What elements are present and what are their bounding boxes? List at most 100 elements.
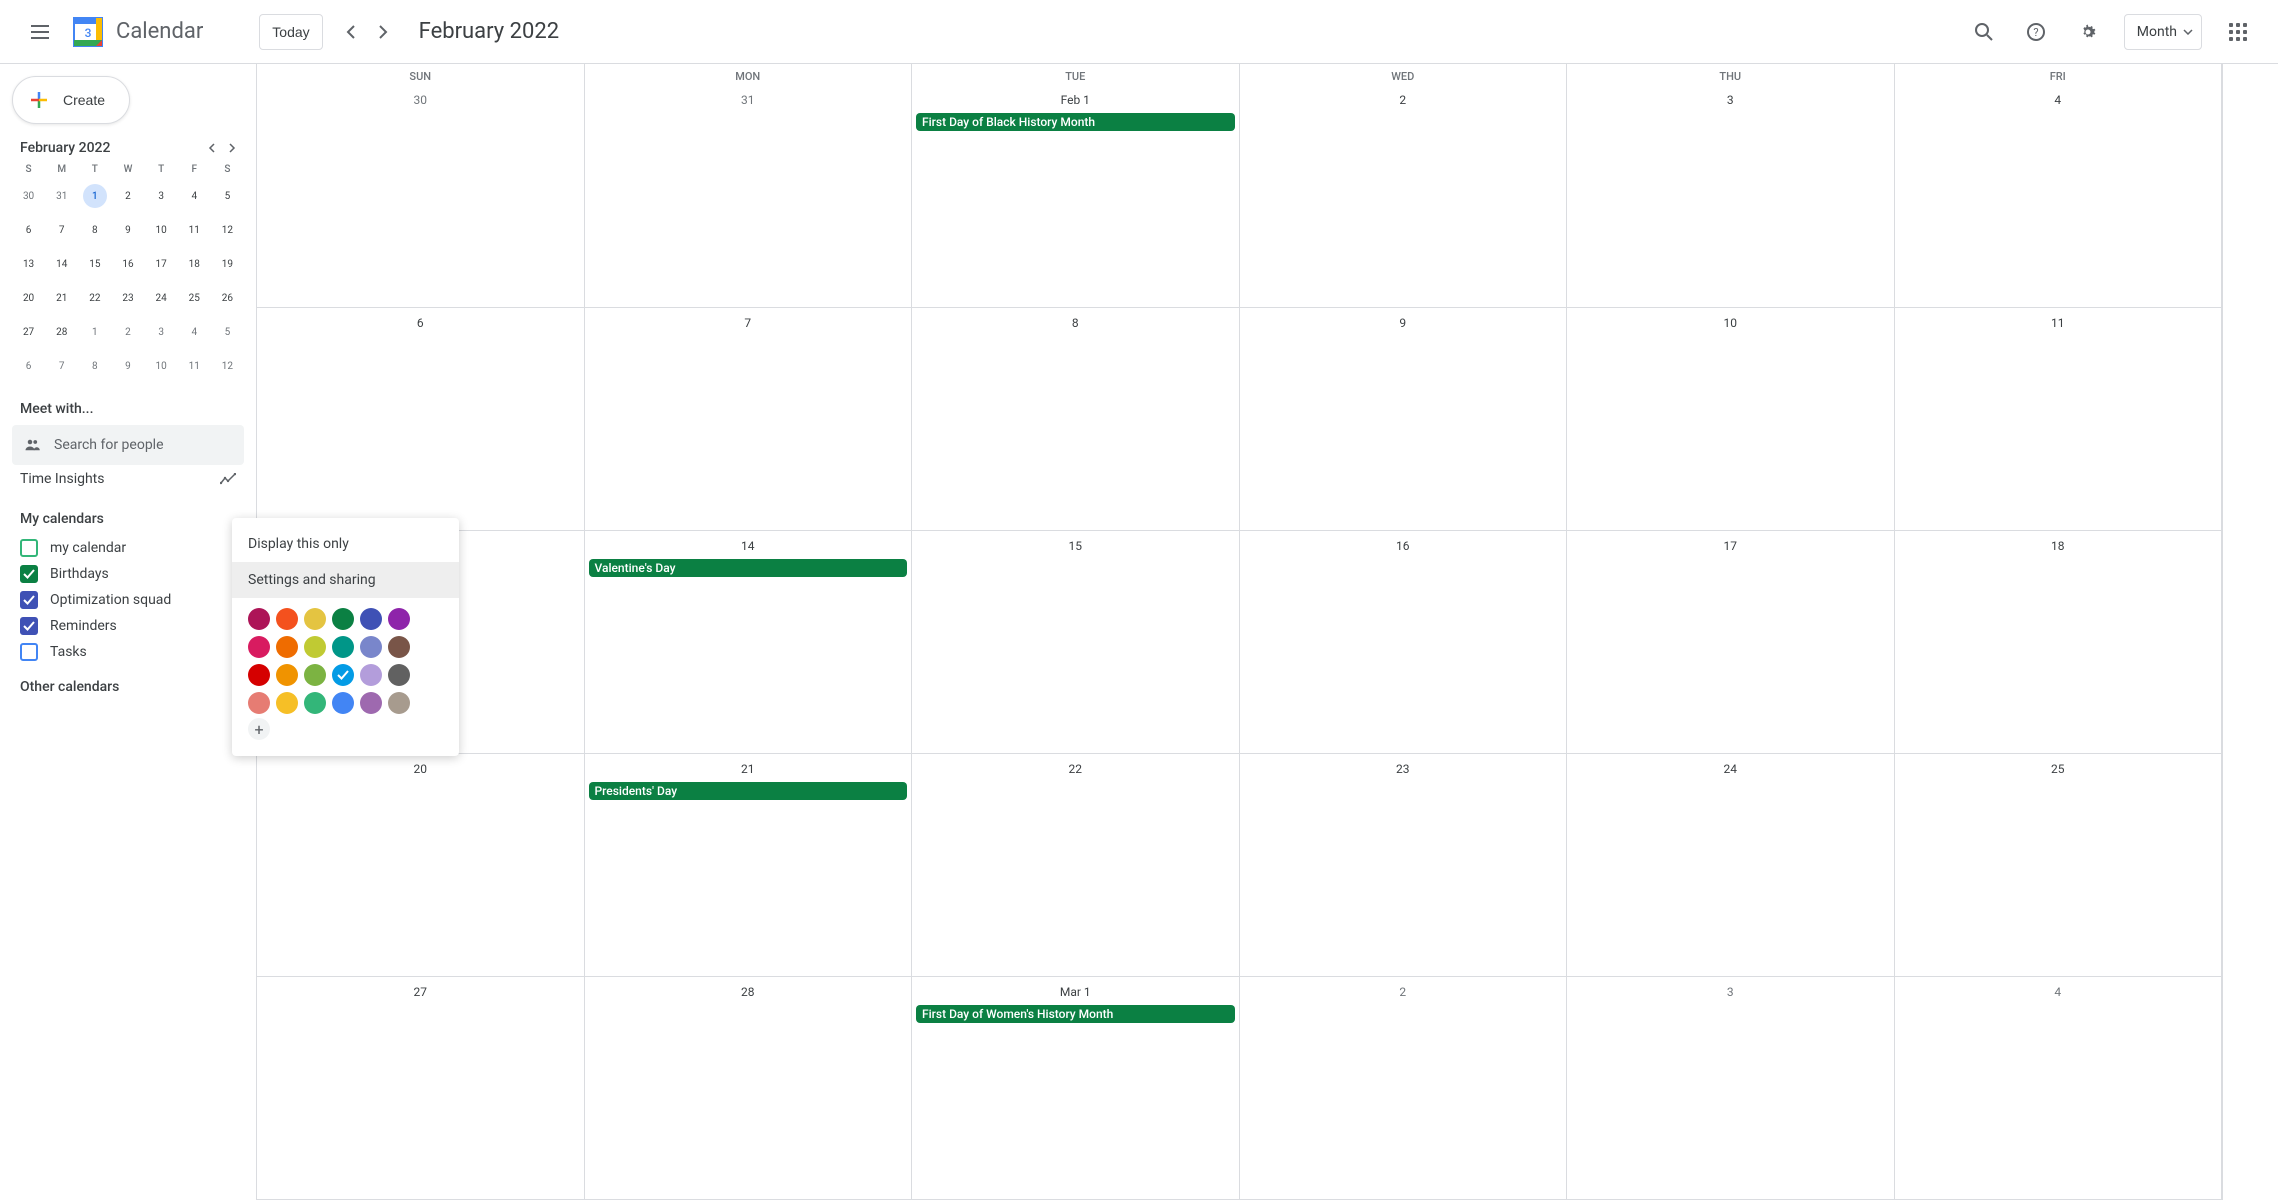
day-cell[interactable]: 30 xyxy=(257,85,585,308)
apps-button[interactable] xyxy=(2214,8,2262,56)
event-chip[interactable]: First Day of Black History Month xyxy=(916,113,1235,131)
mini-day-cell[interactable]: 1 xyxy=(78,179,111,213)
mini-day-cell[interactable]: 8 xyxy=(78,213,111,247)
color-swatch[interactable] xyxy=(360,608,382,630)
mini-day-cell[interactable]: 12 xyxy=(211,349,244,383)
day-cell[interactable]: 3 xyxy=(1567,977,1895,1200)
mini-day-cell[interactable]: 11 xyxy=(178,349,211,383)
display-only-item[interactable]: Display this only xyxy=(232,526,459,562)
day-cell[interactable]: 14Valentine's Day xyxy=(585,531,913,754)
color-swatch[interactable] xyxy=(304,664,326,686)
day-cell[interactable]: 7 xyxy=(585,308,913,531)
color-swatch[interactable] xyxy=(248,664,270,686)
calendar-item[interactable]: Tasks xyxy=(12,639,244,665)
mini-day-cell[interactable]: 5 xyxy=(211,315,244,349)
day-cell[interactable]: 18 xyxy=(1895,531,2223,754)
day-cell[interactable]: 21Presidents' Day xyxy=(585,754,913,977)
day-cell[interactable]: 27 xyxy=(257,977,585,1200)
color-swatch[interactable] xyxy=(388,664,410,686)
calendar-checkbox[interactable] xyxy=(20,539,38,557)
calendar-checkbox[interactable] xyxy=(20,591,38,609)
mini-day-cell[interactable]: 3 xyxy=(145,315,178,349)
mini-day-cell[interactable]: 2 xyxy=(111,179,144,213)
menu-button[interactable] xyxy=(16,8,64,56)
day-cell[interactable]: 9 xyxy=(1240,308,1568,531)
day-cell[interactable]: 3 xyxy=(1567,85,1895,308)
mini-day-cell[interactable]: 15 xyxy=(78,247,111,281)
calendar-item[interactable]: my calendar xyxy=(12,535,244,561)
mini-day-cell[interactable]: 6 xyxy=(12,213,45,247)
calendar-item[interactable]: Optimization squad xyxy=(12,587,244,613)
mini-day-cell[interactable]: 9 xyxy=(111,349,144,383)
time-insights-row[interactable]: Time Insights xyxy=(12,465,244,493)
color-swatch[interactable] xyxy=(332,664,354,686)
next-month-button[interactable] xyxy=(367,16,399,48)
day-cell[interactable]: 20 xyxy=(257,754,585,977)
day-cell[interactable]: 2 xyxy=(1240,977,1568,1200)
mini-day-cell[interactable]: 30 xyxy=(12,179,45,213)
search-people-input[interactable]: Search for people xyxy=(12,425,244,465)
mini-day-cell[interactable]: 28 xyxy=(45,315,78,349)
mini-day-cell[interactable]: 1 xyxy=(78,315,111,349)
calendar-item[interactable]: Reminders xyxy=(12,613,244,639)
mini-day-cell[interactable]: 19 xyxy=(211,247,244,281)
color-swatch[interactable] xyxy=(332,608,354,630)
search-button[interactable] xyxy=(1960,8,2008,56)
add-custom-color-button[interactable]: + xyxy=(248,718,270,740)
mini-day-cell[interactable]: 26 xyxy=(211,281,244,315)
calendar-checkbox[interactable] xyxy=(20,565,38,583)
event-chip[interactable]: Presidents' Day xyxy=(589,782,908,800)
mini-day-cell[interactable]: 17 xyxy=(145,247,178,281)
day-cell[interactable]: 31 xyxy=(585,85,913,308)
mini-day-cell[interactable]: 27 xyxy=(12,315,45,349)
day-cell[interactable]: 17 xyxy=(1567,531,1895,754)
create-button[interactable]: Create xyxy=(12,76,130,124)
color-swatch[interactable] xyxy=(248,692,270,714)
mini-day-cell[interactable]: 5 xyxy=(211,179,244,213)
color-swatch[interactable] xyxy=(388,636,410,658)
mini-day-cell[interactable]: 16 xyxy=(111,247,144,281)
mini-day-cell[interactable]: 13 xyxy=(12,247,45,281)
color-swatch[interactable] xyxy=(304,636,326,658)
calendar-item[interactable]: Birthdays xyxy=(12,561,244,587)
day-cell[interactable]: 11 xyxy=(1895,308,2223,531)
mini-day-cell[interactable]: 11 xyxy=(178,213,211,247)
day-cell[interactable]: 4 xyxy=(1895,977,2223,1200)
mini-day-cell[interactable]: 24 xyxy=(145,281,178,315)
view-selector[interactable]: Month xyxy=(2124,14,2202,50)
mini-day-cell[interactable]: 3 xyxy=(145,179,178,213)
day-cell[interactable]: 16 xyxy=(1240,531,1568,754)
color-swatch[interactable] xyxy=(360,664,382,686)
mini-day-cell[interactable]: 2 xyxy=(111,315,144,349)
mini-day-cell[interactable]: 12 xyxy=(211,213,244,247)
day-cell[interactable]: 24 xyxy=(1567,754,1895,977)
day-cell[interactable]: 28 xyxy=(585,977,913,1200)
color-swatch[interactable] xyxy=(332,636,354,658)
settings-button[interactable] xyxy=(2064,8,2112,56)
mini-day-cell[interactable]: 23 xyxy=(111,281,144,315)
mini-day-cell[interactable]: 31 xyxy=(45,179,78,213)
help-button[interactable]: ? xyxy=(2012,8,2060,56)
day-cell[interactable]: 8 xyxy=(912,308,1240,531)
mini-prev-button[interactable] xyxy=(208,143,216,153)
color-swatch[interactable] xyxy=(276,692,298,714)
day-cell[interactable]: 10 xyxy=(1567,308,1895,531)
mini-day-cell[interactable]: 10 xyxy=(145,213,178,247)
day-cell[interactable]: Feb 1First Day of Black History Month xyxy=(912,85,1240,308)
event-chip[interactable]: Valentine's Day xyxy=(589,559,908,577)
calendar-checkbox[interactable] xyxy=(20,617,38,635)
day-cell[interactable]: Mar 1First Day of Women's History Month xyxy=(912,977,1240,1200)
event-chip[interactable]: First Day of Women's History Month xyxy=(916,1005,1235,1023)
day-cell[interactable]: 25 xyxy=(1895,754,2223,977)
color-swatch[interactable] xyxy=(304,608,326,630)
day-cell[interactable]: 2 xyxy=(1240,85,1568,308)
day-cell[interactable]: 6 xyxy=(257,308,585,531)
mini-day-cell[interactable]: 7 xyxy=(45,349,78,383)
today-button[interactable]: Today xyxy=(259,14,322,50)
day-cell[interactable]: 22 xyxy=(912,754,1240,977)
logo[interactable]: 3 Calendar xyxy=(68,12,203,52)
color-swatch[interactable] xyxy=(388,608,410,630)
mini-day-cell[interactable]: 10 xyxy=(145,349,178,383)
mini-day-cell[interactable]: 18 xyxy=(178,247,211,281)
mini-next-button[interactable] xyxy=(228,143,236,153)
